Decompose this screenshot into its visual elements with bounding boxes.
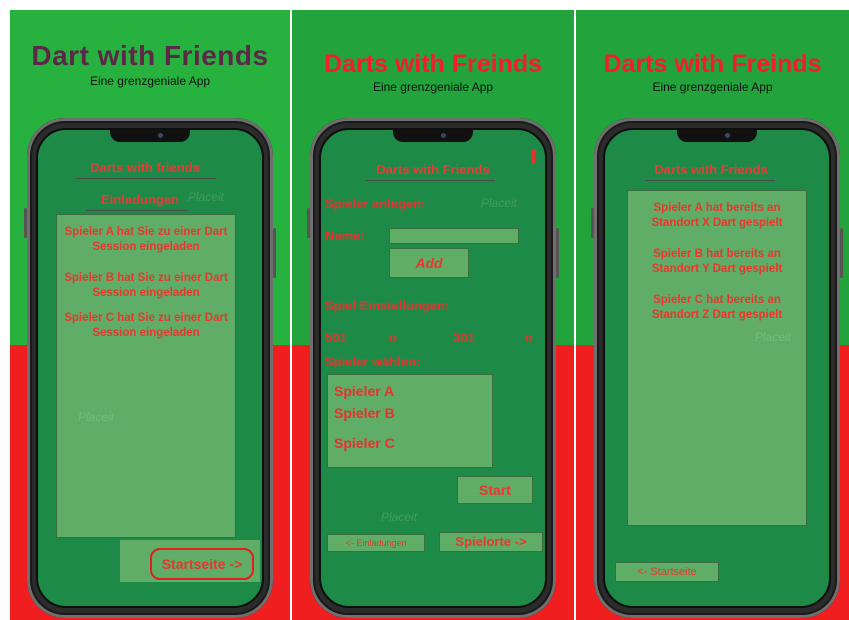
- phone-notch: [110, 130, 190, 142]
- phone-screen: Darts with friends Einladungen Spieler A…: [36, 128, 264, 608]
- app-title: Dart with Friends: [31, 40, 269, 71]
- app-subtitle: Eine grenzgeniale App: [372, 80, 494, 94]
- title-underline: [365, 180, 495, 181]
- name-input[interactable]: [389, 228, 519, 244]
- volume-button: [24, 208, 27, 238]
- watermark: Placeit: [381, 510, 418, 524]
- locations-list: Spieler A hat bereits an Standort X Dart…: [627, 190, 807, 526]
- mode-301-label: 301: [453, 330, 475, 345]
- phone-frame: Darts with Friends Spieler A hat bereits…: [591, 118, 843, 618]
- title-underline: [76, 178, 216, 179]
- location-item[interactable]: Spieler A hat bereits an Standort X Dart…: [634, 201, 800, 231]
- watermark: Placeit: [188, 190, 225, 204]
- app-subtitle: Eine grenzgeniale App: [89, 74, 211, 88]
- location-item[interactable]: Spieler C hat bereits an Standort Z Dart…: [634, 293, 800, 323]
- mode-301-radio[interactable]: o: [525, 330, 533, 345]
- power-button: [556, 228, 559, 278]
- back-to-home-button[interactable]: <- Startseite: [615, 562, 719, 582]
- phone-notch: [677, 130, 757, 142]
- watermark: Placeit: [78, 410, 115, 424]
- mockup-panel-locations: Darts with Freinds Eine grenzgeniale App…: [576, 10, 849, 620]
- watermark: Placeit: [755, 330, 792, 344]
- app-subtitle: Eine grenzgeniale App: [652, 80, 773, 94]
- power-button: [273, 228, 276, 278]
- player-list: Spieler A Spieler B Spieler C: [327, 374, 493, 468]
- player-item[interactable]: Spieler C: [334, 435, 395, 451]
- settings-label: Spiel Einstellungen:: [325, 298, 450, 313]
- locations-button[interactable]: Spielorte ->: [439, 532, 543, 552]
- watermark: Placeit: [481, 196, 518, 210]
- add-button[interactable]: Add: [389, 248, 469, 278]
- invitations-list: Spieler A hat Sie zu einer Dart Session …: [56, 214, 236, 538]
- player-item[interactable]: Spieler A: [334, 383, 394, 399]
- phone-screen: Darts with Friends Spieler anlegen: Name…: [319, 128, 547, 608]
- invitations-heading: Einladungen: [101, 192, 179, 207]
- phone-notch: [393, 130, 473, 142]
- back-to-invitations-button[interactable]: <- Einladungen: [327, 534, 425, 552]
- volume-button: [591, 208, 594, 238]
- invite-item[interactable]: Spieler B hat Sie zu einer Dart Session …: [63, 271, 229, 301]
- app-title: Darts with Freinds: [603, 50, 822, 78]
- title-underline: [645, 180, 775, 181]
- phone-frame: Darts with Friends Spieler anlegen: Name…: [307, 118, 559, 618]
- camera-icon: [158, 133, 163, 138]
- camera-icon: [725, 133, 730, 138]
- start-button[interactable]: Start: [457, 476, 533, 504]
- create-player-label: Spieler anlegen:: [325, 196, 426, 211]
- phone-frame: Darts with friends Einladungen Spieler A…: [24, 118, 276, 618]
- mode-501-radio[interactable]: o: [389, 330, 397, 345]
- volume-button: [307, 208, 310, 238]
- mode-501-label: 501: [325, 330, 347, 345]
- phone-screen: Darts with Friends Spieler A hat bereits…: [603, 128, 831, 608]
- choose-players-label: Spieler wählen:: [325, 354, 421, 369]
- screen-title: Darts with friends: [90, 160, 200, 175]
- heading-underline: [86, 210, 188, 211]
- screen-title: Darts with Friends: [376, 162, 490, 177]
- app-title: Darts with Freinds: [323, 50, 543, 78]
- screen-title: Darts with Friends: [654, 162, 768, 177]
- menu-icon[interactable]: [532, 150, 535, 164]
- invite-item[interactable]: Spieler A hat Sie zu einer Dart Session …: [63, 225, 229, 255]
- camera-icon: [441, 133, 446, 138]
- name-label: Name:: [325, 228, 365, 243]
- location-item[interactable]: Spieler B hat bereits an Standort Y Dart…: [634, 247, 800, 277]
- invite-item[interactable]: Spieler C hat Sie zu einer Dart Session …: [63, 311, 229, 341]
- home-button[interactable]: Startseite ->: [150, 548, 254, 580]
- power-button: [840, 228, 843, 278]
- player-item[interactable]: Spieler B: [334, 405, 395, 421]
- mockup-panel-invitations: Dart with Friends Eine grenzgeniale App …: [10, 10, 290, 620]
- mockup-panel-game-setup: Darts with Freinds Eine grenzgeniale App…: [292, 10, 574, 620]
